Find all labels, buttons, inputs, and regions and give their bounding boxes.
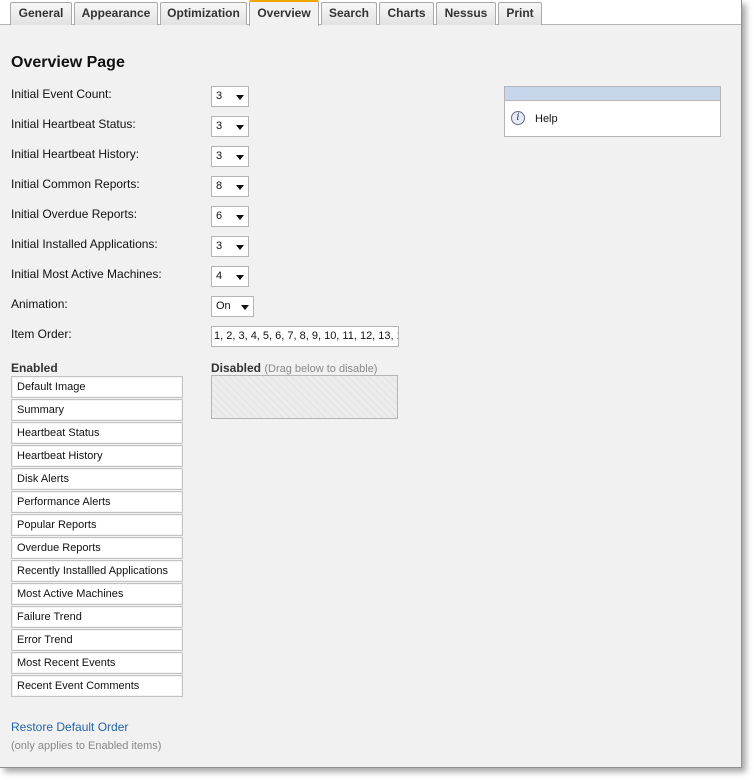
- disabled-drop-zone[interactable]: [211, 375, 398, 419]
- tab-charts[interactable]: Charts: [379, 2, 434, 25]
- item-order-input[interactable]: 1, 2, 3, 4, 5, 6, 7, 8, 9, 10, 11, 12, 1…: [211, 326, 399, 347]
- page-title: Overview Page: [11, 54, 125, 71]
- chevron-down-icon: [236, 245, 244, 250]
- list-item[interactable]: Recent Event Comments: [11, 675, 183, 697]
- common-reports-select[interactable]: 8: [211, 176, 249, 197]
- tab-appearance[interactable]: Appearance: [74, 2, 158, 25]
- active-machines-label: Initial Most Active Machines:: [11, 267, 162, 281]
- disabled-heading: Disabled (Drag below to disable): [211, 361, 377, 375]
- list-item[interactable]: Default Image: [11, 376, 183, 398]
- chevron-down-icon: [236, 215, 244, 220]
- overdue-reports-select[interactable]: 6: [211, 206, 249, 227]
- heartbeat-status-select[interactable]: 3: [211, 116, 249, 137]
- heartbeat-history-select[interactable]: 3: [211, 146, 249, 167]
- heartbeat-history-label: Initial Heartbeat History:: [11, 147, 140, 161]
- list-item[interactable]: Heartbeat History: [11, 445, 183, 467]
- tab-overview[interactable]: Overview: [249, 0, 319, 26]
- list-item[interactable]: Heartbeat Status: [11, 422, 183, 444]
- overdue-reports-value: 6: [216, 210, 223, 222]
- list-item[interactable]: Failure Trend: [11, 606, 183, 628]
- restore-default-order-link[interactable]: Restore Default Order: [11, 720, 128, 734]
- chevron-down-icon: [236, 185, 244, 190]
- chevron-down-icon: [241, 305, 249, 310]
- help-panel-header: [505, 87, 720, 101]
- overview-settings-panel: Overview Page Initial Event Count: 3 Ini…: [0, 26, 741, 768]
- restore-note: (only applies to Enabled items): [11, 740, 162, 752]
- list-item[interactable]: Performance Alerts: [11, 491, 183, 513]
- installed-apps-value: 3: [216, 240, 223, 252]
- animation-value: On: [216, 300, 231, 312]
- list-item[interactable]: Error Trend: [11, 629, 183, 651]
- heartbeat-status-label: Initial Heartbeat Status:: [11, 117, 136, 131]
- list-item[interactable]: Recently Installled Applications: [11, 560, 183, 582]
- item-order-label: Item Order:: [11, 327, 72, 341]
- chevron-down-icon: [236, 125, 244, 130]
- tab-bar: General Appearance Optimization Overview…: [0, 0, 741, 26]
- disabled-hint: (Drag below to disable): [264, 363, 378, 375]
- active-machines-select[interactable]: 4: [211, 266, 249, 287]
- event-count-label: Initial Event Count:: [11, 87, 112, 101]
- settings-window: General Appearance Optimization Overview…: [0, 0, 742, 768]
- common-reports-value: 8: [216, 180, 223, 192]
- common-reports-label: Initial Common Reports:: [11, 177, 140, 191]
- tab-nessus[interactable]: Nessus: [436, 2, 496, 25]
- animation-select[interactable]: On: [211, 296, 254, 317]
- chevron-down-icon: [236, 275, 244, 280]
- list-item[interactable]: Most Recent Events: [11, 652, 183, 674]
- active-machines-value: 4: [216, 270, 223, 282]
- chevron-down-icon: [236, 95, 244, 100]
- animation-label: Animation:: [11, 297, 68, 311]
- installed-apps-select[interactable]: 3: [211, 236, 249, 257]
- list-item[interactable]: Overdue Reports: [11, 537, 183, 559]
- list-item[interactable]: Most Active Machines: [11, 583, 183, 605]
- enabled-items-list: Default Image Summary Heartbeat Status H…: [11, 376, 183, 698]
- help-panel: i Help: [504, 86, 721, 137]
- tab-general[interactable]: General: [10, 2, 72, 25]
- installed-apps-label: Initial Installed Applications:: [11, 237, 158, 251]
- list-item[interactable]: Disk Alerts: [11, 468, 183, 490]
- info-icon[interactable]: i: [511, 111, 525, 125]
- event-count-select[interactable]: 3: [211, 86, 249, 107]
- event-count-value: 3: [216, 90, 223, 102]
- heartbeat-status-value: 3: [216, 120, 223, 132]
- overdue-reports-label: Initial Overdue Reports:: [11, 207, 138, 221]
- heartbeat-history-value: 3: [216, 150, 223, 162]
- tab-search[interactable]: Search: [321, 2, 377, 25]
- chevron-down-icon: [236, 155, 244, 160]
- tab-optimization[interactable]: Optimization: [160, 2, 247, 25]
- enabled-heading: Enabled: [11, 361, 58, 375]
- list-item[interactable]: Summary: [11, 399, 183, 421]
- tab-print[interactable]: Print: [498, 2, 542, 25]
- disabled-heading-label: Disabled: [211, 361, 262, 375]
- list-item[interactable]: Popular Reports: [11, 514, 183, 536]
- help-link[interactable]: Help: [535, 113, 558, 125]
